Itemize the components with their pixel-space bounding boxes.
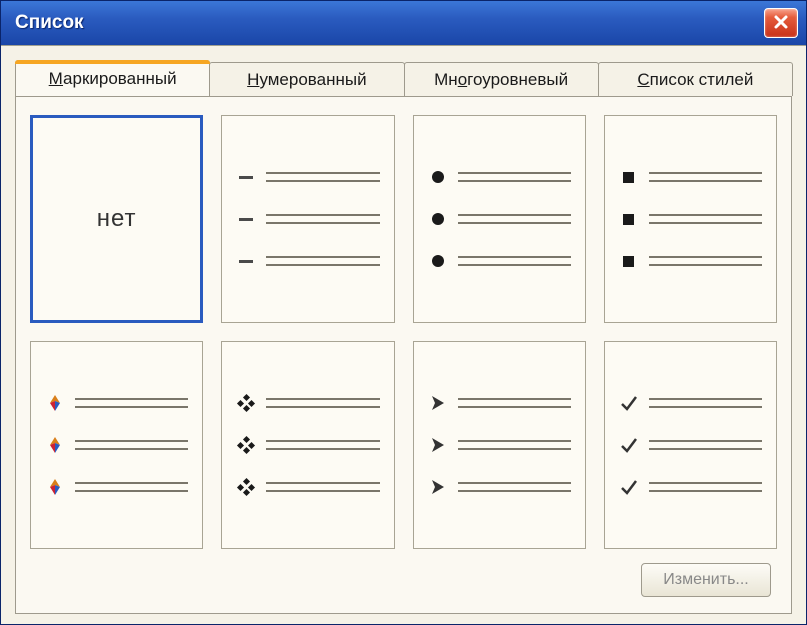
arrowhead-icon [428,477,448,497]
bullet-option-dash[interactable] [221,115,394,323]
dash-icon [236,209,256,229]
fourdot-icon [236,393,256,413]
none-label: нет [45,205,188,233]
bullet-options-grid: нет [30,115,777,549]
fourdot-icon [236,435,256,455]
close-icon [773,14,789,33]
bullet-option-none[interactable]: нет [30,115,203,323]
disc-icon [428,167,448,187]
bullet-option-arrowhead[interactable] [413,341,586,549]
client-area: Маркированный Нумерованный Многоуровневы… [1,45,806,624]
checkmark-icon [619,435,639,455]
tabpage-bulleted: нет [15,96,792,614]
dash-icon [236,251,256,271]
titlebar: Список [1,1,806,45]
square-icon [619,251,639,271]
color-arrow-icon [45,477,65,497]
bullet-option-checkmark[interactable] [604,341,777,549]
disc-icon [428,209,448,229]
tab-multilevel[interactable]: Многоуровневый [404,62,599,96]
arrowhead-icon [428,435,448,455]
list-dialog: Список Маркированный Нумерованный Многоу… [0,0,807,625]
arrowhead-icon [428,393,448,413]
checkmark-icon [619,477,639,497]
change-button[interactable]: Изменить... [641,563,771,597]
bullet-option-square[interactable] [604,115,777,323]
bullet-option-fourdot[interactable] [221,341,394,549]
dash-icon [236,167,256,187]
square-icon [619,167,639,187]
checkmark-icon [619,393,639,413]
window-title: Список [15,12,84,34]
disc-icon [428,251,448,271]
bullet-option-disc[interactable] [413,115,586,323]
fourdot-icon [236,477,256,497]
close-button[interactable] [764,8,798,38]
tab-style-list[interactable]: Список стилей [598,62,793,96]
color-arrow-icon [45,393,65,413]
color-arrow-icon [45,435,65,455]
dialog-footer: Изменить... [30,549,777,599]
tabstrip: Маркированный Нумерованный Многоуровневы… [15,60,792,96]
square-icon [619,209,639,229]
tab-numbered[interactable]: Нумерованный [209,62,404,96]
tab-bulleted[interactable]: Маркированный [15,60,210,96]
bullet-option-color-arrow[interactable] [30,341,203,549]
